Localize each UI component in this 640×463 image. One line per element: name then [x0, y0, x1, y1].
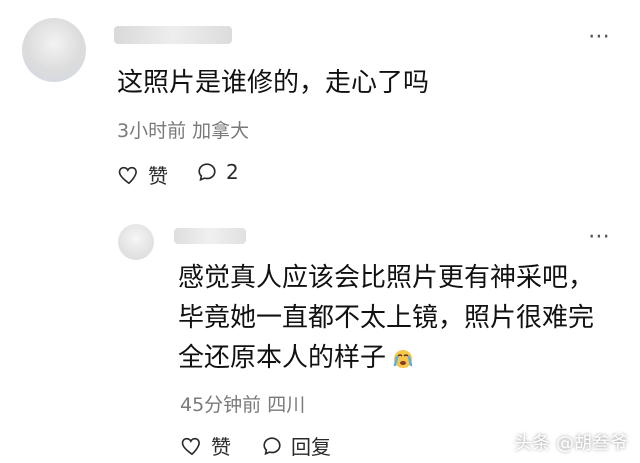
reply-like-label: 赞 — [211, 435, 231, 459]
blurred-username[interactable] — [114, 26, 232, 44]
reply-label: 回复 — [291, 435, 331, 459]
reply-count: 2 — [226, 160, 239, 184]
reply-more-options-icon[interactable]: ⋯ — [588, 224, 611, 249]
reply-like-button[interactable]: 赞 — [181, 431, 231, 460]
avatar[interactable] — [22, 18, 86, 82]
reply-avatar[interactable] — [118, 224, 154, 260]
like-button[interactable]: 赞 — [118, 160, 168, 189]
comment-meta: 3小时前 加拿大 — [117, 120, 250, 142]
comment-text: 这照片是谁修的，走心了吗 — [117, 68, 430, 98]
blurred-reply-username[interactable] — [174, 228, 246, 244]
comment-bubble-icon — [263, 436, 281, 455]
like-label: 赞 — [148, 164, 168, 188]
heart-icon — [181, 437, 200, 455]
reply-text: 感觉真人应该会比照片更有神采吧，毕竟她一直都不太上镜，照片很难完全还原本人的样子 — [178, 258, 618, 378]
reply-button[interactable]: 回复 — [261, 431, 331, 460]
heart-icon — [118, 166, 137, 184]
comment-bubble-icon — [198, 163, 216, 182]
more-options-icon[interactable]: ⋯ — [588, 24, 611, 49]
watermark: 头条 @胡叁爷 — [514, 433, 628, 454]
reply-meta: 45分钟前 四川 — [180, 394, 306, 416]
reply-count-button[interactable]: 2 — [196, 160, 239, 184]
crying-emoji-icon — [390, 341, 416, 368]
reply-text-content: 感觉真人应该会比照片更有神采吧，毕竟她一直都不太上镜，照片很难完全还原本人的样子 — [178, 263, 595, 373]
